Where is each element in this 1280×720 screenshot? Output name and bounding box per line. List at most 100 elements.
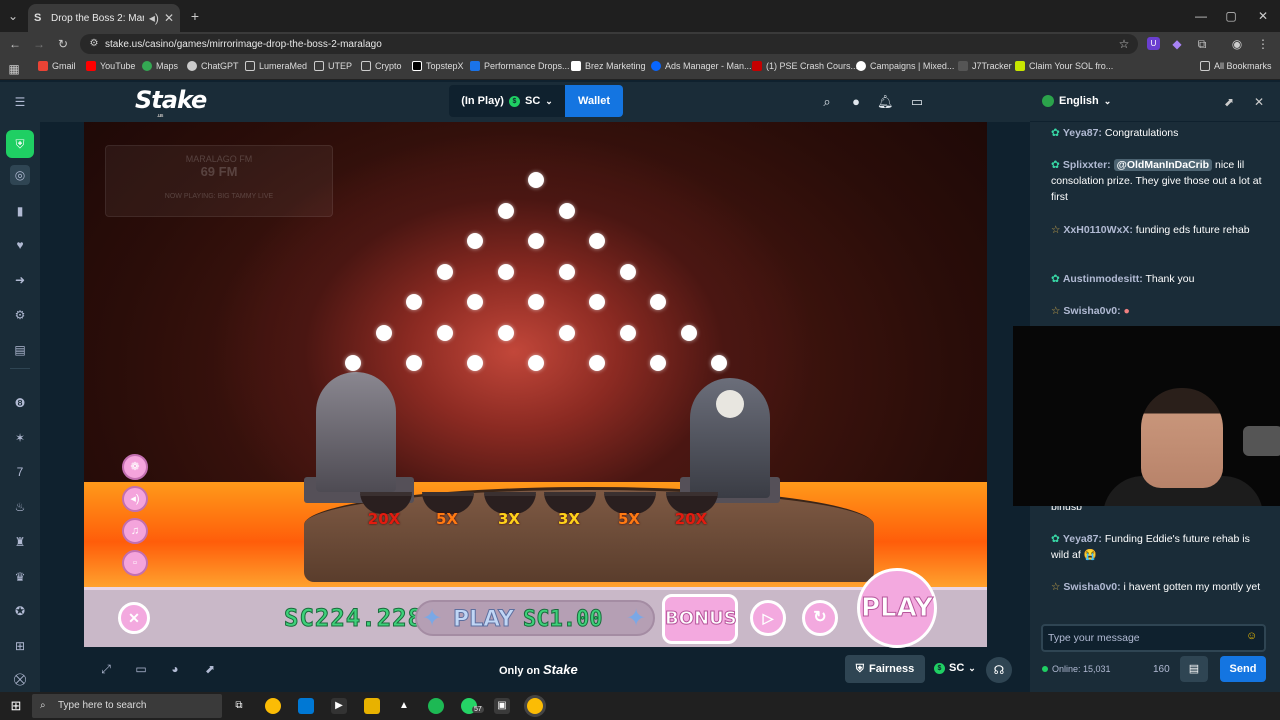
live-casino-icon[interactable]: ♜ <box>10 532 30 552</box>
peg <box>497 324 514 341</box>
app-3-icon[interactable]: ▣ <box>494 698 510 714</box>
chrome-icon[interactable] <box>265 698 281 714</box>
bookmark-gmail[interactable]: Gmail <box>38 61 76 71</box>
back-icon[interactable]: ← <box>8 37 22 51</box>
extensions-puzzle-icon[interactable]: ⧉ <box>1195 37 1209 52</box>
apps-grid-icon[interactable]: ▦ <box>8 62 20 76</box>
bookmark-brez-marketing[interactable]: Brez Marketing <box>571 61 646 71</box>
close-game-icon[interactable]: ✕ <box>118 602 150 634</box>
reload-icon[interactable]: ↻ <box>56 37 70 51</box>
app-2-icon[interactable]: ▲ <box>396 698 412 714</box>
bookmark-crypto[interactable]: Crypto <box>361 61 402 71</box>
bookmark-maps[interactable]: Maps <box>142 61 178 71</box>
wallet-button[interactable]: Wallet <box>565 85 623 117</box>
chrome-active-icon[interactable] <box>527 698 543 714</box>
fairness-button[interactable]: ⛨ Fairness <box>845 655 925 683</box>
profile-icon[interactable]: ◉ <box>1230 37 1244 51</box>
chat-bubble-icon[interactable]: ▭ <box>909 94 925 110</box>
microphone <box>1243 426 1280 456</box>
theatre-mode-icon[interactable]: ▭ <box>133 662 149 678</box>
address-bar[interactable]: ⚙ stake.us/casino/games/mirrorimage-drop… <box>80 34 1138 54</box>
site-info-icon[interactable]: ⚙ <box>88 38 100 49</box>
roulette-icon[interactable]: ✪ <box>10 601 30 621</box>
fullscreen-icon[interactable]: ⤢ <box>98 662 114 678</box>
bonus-buy-button[interactable]: BONUS <box>662 594 738 644</box>
support-headset-icon[interactable]: ☊ <box>986 657 1012 683</box>
maximize-icon[interactable]: ▢ <box>1224 9 1238 23</box>
casino-icon[interactable]: ◎ <box>10 165 30 185</box>
emoji-picker-icon[interactable]: ☺ <box>1246 630 1257 642</box>
paytable-button[interactable]: ❁ <box>122 454 148 480</box>
language-selector[interactable]: English ⌄ <box>1042 95 1111 107</box>
app-icon[interactable]: ▶ <box>331 698 347 714</box>
task-view-icon[interactable]: ⧉ <box>231 698 247 714</box>
arrow-icon[interactable]: ➜ <box>10 270 30 290</box>
bookmark-icon[interactable]: ▮ <box>10 201 30 221</box>
stake-logo[interactable]: Stake .us <box>135 86 207 119</box>
chat-message-input[interactable]: Type your message <box>1041 624 1266 652</box>
autoplay-icon[interactable]: ▷ <box>750 600 786 636</box>
bookmark-chatgpt[interactable]: ChatGPT <box>187 61 239 71</box>
bookmark-lumeramed[interactable]: LumeraMed <box>245 61 307 71</box>
popout-chat-icon[interactable]: ⬈ <box>1222 95 1236 109</box>
all-bookmarks[interactable]: All Bookmarks <box>1200 61 1272 71</box>
bookmark-j7tracker[interactable]: J7Tracker <box>958 61 1012 71</box>
bookmark-utep[interactable]: UTEP <box>314 61 352 71</box>
bookmark-campaigns[interactable]: Campaigns | Mixed... <box>856 61 954 71</box>
menu-kebab-icon[interactable]: ⋮ <box>1256 37 1270 51</box>
menu-hamburger-icon[interactable]: ☰ <box>10 92 30 112</box>
bookmark-pse-crash[interactable]: (1) PSE Crash Cours... <box>752 61 858 71</box>
increase-bet-star-icon[interactable]: ✦ <box>623 606 649 632</box>
crown-icon[interactable]: ♛ <box>10 567 30 587</box>
play-button[interactable]: PLAY <box>857 568 937 648</box>
forward-icon[interactable]: → <box>32 37 46 51</box>
settings-gear-icon[interactable]: ⚙ <box>10 305 30 325</box>
gift-icon[interactable]: ⊞ <box>10 636 30 656</box>
file-explorer-icon[interactable] <box>364 698 380 714</box>
close-window-icon[interactable]: ✕ <box>1256 9 1270 23</box>
extension-icon[interactable]: U <box>1147 37 1160 50</box>
slots-icon[interactable]: ❽ <box>10 393 30 413</box>
bet-selector[interactable]: ✦ PLAY SC1.00 ✦ <box>415 600 655 636</box>
currency-selector[interactable]: $ SC ⌄ <box>934 662 976 674</box>
bookmark-youtube[interactable]: YouTube <box>86 61 135 71</box>
shield-icon[interactable]: ⛨ <box>6 130 34 158</box>
decrease-bet-star-icon[interactable]: ✦ <box>419 606 445 632</box>
taskbar-search[interactable]: ⌕ Type here to search <box>32 694 222 718</box>
minimize-icon[interactable]: — <box>1194 9 1208 23</box>
chat-rules-icon[interactable]: ▤ <box>1180 656 1208 682</box>
extension-2-icon[interactable]: ◆ <box>1170 37 1184 51</box>
music-note-icon[interactable]: ♫ <box>122 518 148 544</box>
mute-tab-icon[interactable]: ◂) <box>149 11 159 25</box>
whatsapp-badge: 57 <box>472 706 484 713</box>
more-icon[interactable]: ⛒ <box>10 669 30 689</box>
balance-selector[interactable]: (In Play) $ SC ⌄ <box>449 85 565 117</box>
info-icon[interactable]: ▫ <box>122 550 148 576</box>
bookmark-star-icon[interactable]: ☆ <box>1118 37 1130 51</box>
bookmark-topstepx[interactable]: TopstepX <box>412 61 464 71</box>
close-chat-icon[interactable]: ✕ <box>1252 95 1266 109</box>
turbo-refresh-icon[interactable]: ↻ <box>802 600 838 636</box>
user-icon[interactable]: ● <box>848 94 864 110</box>
bookmark-claim-sol[interactable]: Claim Your SOL fro... <box>1015 61 1113 71</box>
bookmark-ads-manager[interactable]: Ads Manager - Man... <box>651 61 752 71</box>
search-icon[interactable]: ⌕ <box>819 94 835 110</box>
send-button[interactable]: Send <box>1220 656 1266 682</box>
browser-tab[interactable]: S Drop the Boss 2: Maralago ◂) ✕ <box>28 4 180 32</box>
notifications-bell-icon[interactable]: 🔔︎ <box>877 94 894 110</box>
popout-icon[interactable]: ⬈ <box>202 662 218 678</box>
spotify-icon[interactable] <box>428 698 444 714</box>
tab-search-icon[interactable]: ⌄ <box>6 9 20 23</box>
new-tab-icon[interactable]: + <box>188 8 202 24</box>
close-tab-icon[interactable]: ✕ <box>164 11 174 25</box>
originals-icon[interactable]: ✶ <box>10 428 30 448</box>
sound-icon[interactable]: ◂) <box>122 486 148 512</box>
news-icon[interactable]: ▤ <box>10 340 30 360</box>
sevens-icon[interactable]: 7 <box>10 462 30 482</box>
favorites-heart-icon[interactable]: ♥ <box>10 235 30 255</box>
outlook-icon[interactable] <box>298 698 314 714</box>
windows-start-icon[interactable]: ⊞ <box>8 698 24 714</box>
flame-icon[interactable]: ♨ <box>10 497 30 517</box>
bookmark-performance-drops[interactable]: Performance Drops... <box>470 61 570 71</box>
stats-icon[interactable]: ◕ <box>167 662 183 678</box>
